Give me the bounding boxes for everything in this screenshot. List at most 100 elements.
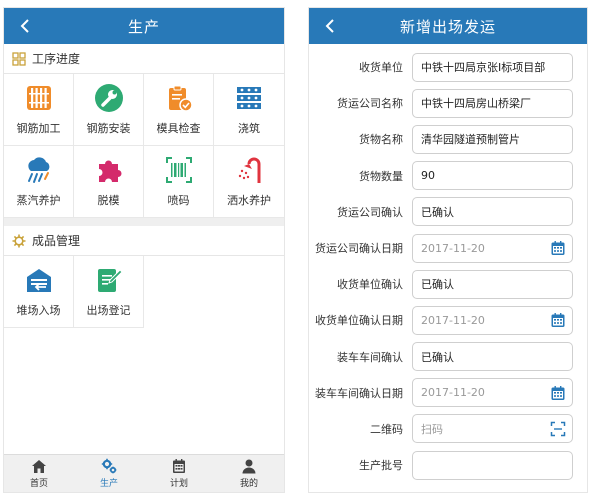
back-button[interactable] xyxy=(10,8,40,44)
carrier-confirm-date-input[interactable]: 2017-11-20 xyxy=(412,233,573,263)
production-header: 生产 xyxy=(4,8,284,44)
product-management-header: 成品管理 xyxy=(4,226,284,256)
tab-label: 首页 xyxy=(29,479,48,489)
tab-plan[interactable]: 计划 xyxy=(144,455,214,492)
scan-icon[interactable] xyxy=(550,421,566,437)
field-label: 二维码 xyxy=(370,422,403,436)
tile-pouring[interactable]: 浇筑 xyxy=(214,74,284,146)
tile-label: 脱模 xyxy=(97,194,120,207)
product-grid: 堆场入场 出场登记 xyxy=(4,256,284,328)
field-label: 货物数量 xyxy=(359,169,403,183)
batch-number-input[interactable] xyxy=(412,450,573,480)
steam-curing-icon xyxy=(27,157,49,183)
field-label: 货物名称 xyxy=(359,133,403,147)
page-title: 生产 xyxy=(127,17,160,36)
form-row-batch-number: 生产批号 xyxy=(309,447,587,483)
form-row-loading-confirm: 装车车间确认 已确认 xyxy=(309,339,587,375)
field-value: 已确认 xyxy=(421,350,454,364)
tile-steam-curing[interactable]: 蒸汽养护 xyxy=(4,146,74,218)
field-label: 货运公司确认 xyxy=(337,205,403,219)
field-value: 已确认 xyxy=(421,205,454,219)
carrier-name-input[interactable]: 中铁十四局房山桥梁厂 xyxy=(412,88,573,118)
date-placeholder: 2017-11-20 xyxy=(421,241,485,255)
qrcode-input[interactable]: 扫码 xyxy=(412,414,573,444)
section-divider xyxy=(4,218,284,226)
tile-label: 出场登记 xyxy=(86,304,131,317)
date-placeholder: 2017-11-20 xyxy=(421,386,485,400)
wrench-icon xyxy=(94,84,123,112)
field-label: 装车车间确认 xyxy=(337,350,403,364)
tab-production[interactable]: 生产 xyxy=(74,455,144,492)
section-title: 工序进度 xyxy=(32,52,81,66)
tile-water-curing[interactable]: 洒水养护 xyxy=(214,146,284,218)
tile-empty xyxy=(144,256,214,328)
form-row-goods-name: 货物名称 清华园隧道预制管片 xyxy=(309,121,587,157)
form-row-receiver-confirm-date: 收货单位确认日期 2017-11-20 xyxy=(309,302,587,338)
form-row-carrier-name: 货运公司名称 中铁十四局房山桥梁厂 xyxy=(309,85,587,121)
shipment-form: 收货单位 中铁十四局京张Ⅰ标项目部 货运公司名称 中铁十四局房山桥梁厂 货物名称… xyxy=(309,44,587,483)
production-screen: 生产 工序进度 钢筋加工 钢筋安装 模具检查 浇筑 蒸汽养护 脱模 喷码 洒水养… xyxy=(3,7,285,493)
tile-label: 钢筋安装 xyxy=(86,122,131,135)
tile-label: 钢筋加工 xyxy=(16,122,61,135)
goods-quantity-input[interactable]: 90 xyxy=(412,161,573,191)
tile-label: 浇筑 xyxy=(238,122,260,135)
field-label: 收货单位确认 xyxy=(337,278,403,292)
field-label: 货运公司名称 xyxy=(337,97,403,111)
carrier-confirm-select[interactable]: 已确认 xyxy=(412,197,573,227)
puzzle-icon xyxy=(98,160,121,182)
tile-label: 蒸汽养护 xyxy=(16,194,61,207)
tile-label: 堆场入场 xyxy=(16,304,61,317)
form-row-receiver: 收货单位 中铁十四局京张Ⅰ标项目部 xyxy=(309,49,587,85)
register-edit-icon xyxy=(97,269,123,292)
tile-demolding[interactable]: 脱模 xyxy=(74,146,144,218)
shipment-header: 新增出场发运 xyxy=(309,8,587,44)
goods-name-input[interactable]: 清华园隧道预制管片 xyxy=(412,124,573,154)
field-value: 清华园隧道预制管片 xyxy=(421,133,520,147)
receiver-confirm-date-input[interactable]: 2017-11-20 xyxy=(412,305,573,335)
calendar-icon xyxy=(173,459,185,473)
calendar-icon[interactable] xyxy=(550,240,566,256)
field-value: 中铁十四局房山桥梁厂 xyxy=(421,97,531,111)
user-icon xyxy=(242,459,256,474)
field-value: 90 xyxy=(421,169,435,183)
form-row-carrier-confirm: 货运公司确认 已确认 xyxy=(309,194,587,230)
tile-rebar-installation[interactable]: 钢筋安装 xyxy=(74,74,144,146)
chevron-left-icon xyxy=(325,19,334,33)
receiver-confirm-select[interactable]: 已确认 xyxy=(412,269,573,299)
barcode-icon xyxy=(165,157,192,183)
receiver-input[interactable]: 中铁十四局京张Ⅰ标项目部 xyxy=(412,52,573,82)
tile-barcode-printing[interactable]: 喷码 xyxy=(144,146,214,218)
process-progress-header: 工序进度 xyxy=(4,44,284,74)
calendar-icon[interactable] xyxy=(550,312,566,328)
tab-label: 我的 xyxy=(239,479,258,489)
section-title: 成品管理 xyxy=(32,234,81,248)
tile-label: 喷码 xyxy=(167,194,190,207)
loading-confirm-date-input[interactable]: 2017-11-20 xyxy=(412,378,573,408)
form-row-goods-quantity: 货物数量 90 xyxy=(309,158,587,194)
field-label: 货运公司确认日期 xyxy=(315,242,403,256)
tile-exit-registration[interactable]: 出场登记 xyxy=(74,256,144,328)
gears-icon xyxy=(101,458,117,474)
home-icon xyxy=(32,460,46,473)
tab-home[interactable]: 首页 xyxy=(4,455,74,492)
tab-mine[interactable]: 我的 xyxy=(214,455,284,492)
tile-yard-entry[interactable]: 堆场入场 xyxy=(4,256,74,328)
pouring-icon xyxy=(237,87,261,109)
back-button[interactable] xyxy=(315,8,345,44)
calendar-icon[interactable] xyxy=(550,385,566,401)
field-value: 已确认 xyxy=(421,278,454,292)
bottom-tab-bar: 首页 生产 计划 我的 xyxy=(4,454,284,492)
loading-confirm-select[interactable]: 已确认 xyxy=(412,342,573,372)
tile-mold-check[interactable]: 模具检查 xyxy=(144,74,214,146)
scan-placeholder: 扫码 xyxy=(421,422,443,436)
tile-rebar-processing[interactable]: 钢筋加工 xyxy=(4,74,74,146)
chevron-left-icon xyxy=(20,19,29,33)
shower-icon xyxy=(238,157,261,183)
tile-label: 模具检查 xyxy=(156,122,201,135)
field-label: 装车车间确认日期 xyxy=(315,386,403,400)
new-shipment-screen: 新增出场发运 收货单位 中铁十四局京张Ⅰ标项目部 货运公司名称 中铁十四局房山桥… xyxy=(308,7,588,493)
form-row-carrier-confirm-date: 货运公司确认日期 2017-11-20 xyxy=(309,230,587,266)
rebar-processing-icon xyxy=(26,86,51,110)
form-row-qrcode: 二维码 扫码 xyxy=(309,411,587,447)
field-label: 收货单位确认日期 xyxy=(315,314,403,328)
